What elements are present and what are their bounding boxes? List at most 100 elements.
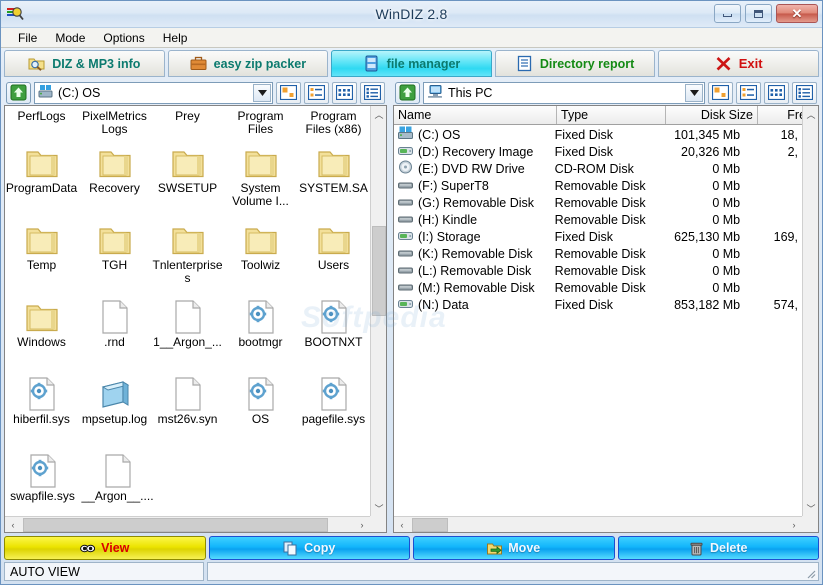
- file-item[interactable]: Tnlenterprises: [151, 215, 224, 292]
- scroll-down-button[interactable]: ﹀: [371, 500, 387, 516]
- delete-button[interactable]: Delete: [618, 536, 820, 560]
- left-small-icons-view-button[interactable]: [304, 82, 329, 104]
- left-tiles-view-button[interactable]: [332, 82, 357, 104]
- left-details-view-button[interactable]: [360, 82, 385, 104]
- file-item[interactable]: pagefile.sys: [297, 369, 370, 446]
- move-button[interactable]: Move: [413, 536, 615, 560]
- table-row[interactable]: (H:) KindleRemovable Disk0 Mb: [394, 211, 802, 228]
- table-row[interactable]: (I:) StorageFixed Disk625,130 Mb169,: [394, 228, 802, 245]
- icon-grid: PerfLogsPixelMetrics Logs Prey Program Fil…: [5, 106, 370, 532]
- file-item[interactable]: hiberfil.sys: [5, 369, 78, 446]
- tab-file-manager[interactable]: file manager: [331, 50, 492, 77]
- column-header-type[interactable]: Type: [557, 106, 666, 124]
- left-file-list[interactable]: PerfLogsPixelMetrics Logs Prey Program Fil…: [4, 105, 387, 533]
- right-details-view-button[interactable]: [792, 82, 817, 104]
- file-item[interactable]: Users: [297, 215, 370, 292]
- file-item[interactable]: Program Files (x86): [297, 108, 370, 138]
- tab-directory-report[interactable]: Directory report: [495, 50, 656, 77]
- right-vertical-scrollbar[interactable]: ︿ ﹀: [802, 106, 818, 516]
- table-row[interactable]: (G:) Removable DiskRemovable Disk0 Mb: [394, 194, 802, 211]
- file-item[interactable]: __Argon__....: [80, 446, 155, 523]
- file-item-label: Prey: [175, 110, 200, 123]
- left-large-icons-view-button[interactable]: [276, 82, 301, 104]
- left-file-panel: (C:) OS: [4, 80, 387, 533]
- file-item[interactable]: Toolwiz: [224, 215, 297, 292]
- right-large-icons-view-button[interactable]: [708, 82, 733, 104]
- folder-icon: [316, 138, 352, 180]
- tab-easy-zip-packer[interactable]: easy zip packer: [168, 50, 329, 77]
- scrollbar-thumb[interactable]: [372, 226, 386, 316]
- right-path-combo[interactable]: This PC: [423, 82, 705, 104]
- file-item[interactable]: OS: [224, 369, 297, 446]
- left-up-folder-button[interactable]: [6, 82, 31, 104]
- column-header-disk-size[interactable]: Disk Size: [666, 106, 758, 124]
- scroll-right-button[interactable]: ›: [786, 517, 802, 533]
- left-vertical-scrollbar[interactable]: ︿ ﹀: [370, 106, 386, 516]
- file-item[interactable]: Prey: [151, 108, 224, 138]
- file-item[interactable]: TGH: [78, 215, 151, 292]
- table-row[interactable]: (D:) Recovery ImageFixed Disk20,326 Mb2,: [394, 143, 802, 160]
- file-item[interactable]: PerfLogs: [5, 108, 78, 138]
- left-horizontal-scrollbar[interactable]: ‹ ›: [5, 516, 370, 532]
- table-row[interactable]: (K:) Removable DiskRemovable Disk0 Mb: [394, 245, 802, 262]
- file-item[interactable]: Program Files: [224, 108, 297, 138]
- chevron-down-icon[interactable]: [685, 84, 703, 102]
- right-drive-list[interactable]: Name Type Disk Size Free (C:) OSFixed Di…: [393, 105, 819, 533]
- scrollbar-thumb[interactable]: [23, 518, 328, 532]
- file-item[interactable]: mpsetup.log: [78, 369, 151, 446]
- file-item[interactable]: SWSETUP: [151, 138, 224, 215]
- drive-size-cell: 20,326 Mb: [656, 145, 745, 159]
- scroll-right-button[interactable]: ›: [354, 517, 370, 533]
- table-row[interactable]: (N:) DataFixed Disk853,182 Mb574,: [394, 296, 802, 313]
- title-bar: WinDIZ 2.8 ✕: [1, 1, 822, 28]
- tab-diz-mp3-info[interactable]: DIZ & MP3 info: [4, 50, 165, 77]
- scroll-down-button[interactable]: ﹀: [803, 500, 819, 516]
- scroll-up-button[interactable]: ︿: [371, 106, 387, 122]
- file-item[interactable]: Recovery: [78, 138, 151, 215]
- table-row[interactable]: (E:) DVD RW DriveCD-ROM Disk0 Mb: [394, 160, 802, 177]
- file-item[interactable]: 1__Argon_...: [151, 292, 224, 369]
- menu-file[interactable]: File: [9, 29, 46, 47]
- file-item[interactable]: BOOTNXT: [297, 292, 370, 369]
- menu-options[interactable]: Options: [94, 29, 153, 47]
- left-path-combo[interactable]: (C:) OS: [34, 82, 273, 104]
- file-item[interactable]: .rnd: [78, 292, 151, 369]
- scroll-up-button[interactable]: ︿: [803, 106, 819, 122]
- drive-free-cell: 574,: [744, 298, 802, 312]
- close-button[interactable]: ✕: [776, 4, 818, 23]
- right-up-folder-button[interactable]: [395, 82, 420, 104]
- file-item[interactable]: bootmgr: [224, 292, 297, 369]
- menu-help[interactable]: Help: [154, 29, 197, 47]
- menu-mode[interactable]: Mode: [46, 29, 94, 47]
- file-item[interactable]: mst26v.syn: [151, 369, 224, 446]
- file-item[interactable]: Windows: [5, 292, 78, 369]
- scroll-left-button[interactable]: ‹: [5, 517, 21, 533]
- table-row[interactable]: (C:) OSFixed Disk101,345 Mb18,: [394, 126, 802, 143]
- table-row[interactable]: (F:) SuperT8Removable Disk0 Mb: [394, 177, 802, 194]
- right-small-icons-view-button[interactable]: [736, 82, 761, 104]
- chevron-down-icon[interactable]: [253, 84, 271, 102]
- maximize-button[interactable]: [745, 4, 772, 23]
- tab-exit[interactable]: Exit: [658, 50, 819, 77]
- table-row[interactable]: (L:) Removable DiskRemovable Disk0 Mb: [394, 262, 802, 279]
- drive-size-cell: 101,345 Mb: [656, 128, 745, 142]
- view-button[interactable]: View: [4, 536, 206, 560]
- table-row[interactable]: (M:) Removable DiskRemovable Disk0 Mb: [394, 279, 802, 296]
- column-header-name[interactable]: Name: [394, 106, 557, 124]
- file-item[interactable]: ProgramData: [5, 138, 78, 215]
- minimize-button[interactable]: [714, 4, 741, 23]
- resize-grip[interactable]: [804, 567, 816, 579]
- file-item[interactable]: swapfile.sys: [5, 446, 80, 523]
- listview-header: Name Type Disk Size Free: [394, 106, 818, 125]
- drive-name-cell: (C:) OS: [394, 126, 551, 143]
- copy-button[interactable]: Copy: [209, 536, 411, 560]
- file-item[interactable]: PixelMetrics Logs: [78, 108, 151, 138]
- file-item[interactable]: Temp: [5, 215, 78, 292]
- scroll-left-button[interactable]: ‹: [394, 517, 410, 533]
- scrollbar-thumb[interactable]: [412, 518, 448, 532]
- right-tiles-view-button[interactable]: [764, 82, 789, 104]
- system-file-icon: [320, 292, 348, 334]
- file-item[interactable]: System Volume I...: [224, 138, 297, 215]
- file-item[interactable]: SYSTEM.SA: [297, 138, 370, 215]
- right-horizontal-scrollbar[interactable]: ‹ ›: [394, 516, 802, 532]
